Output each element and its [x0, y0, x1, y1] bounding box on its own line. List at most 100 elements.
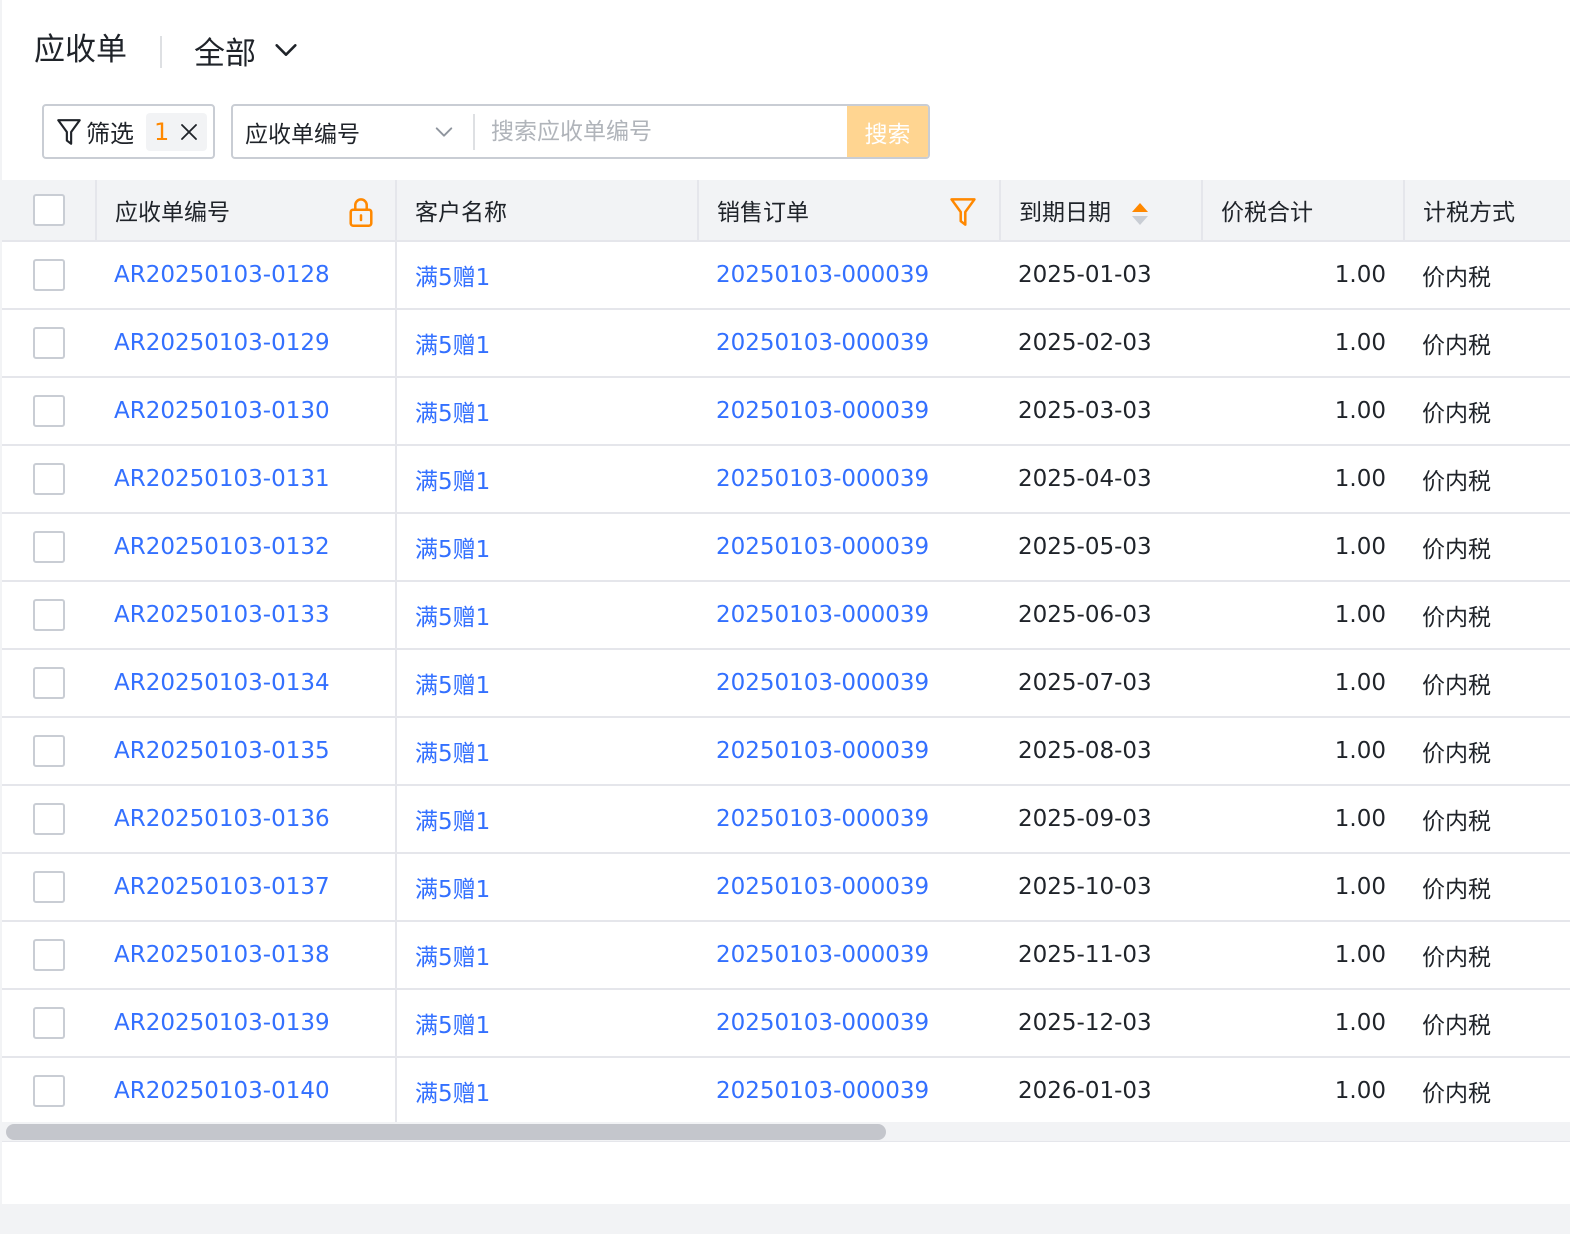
- sales-order-link[interactable]: 20250103-000039: [716, 670, 929, 696]
- ar-number-link[interactable]: AR20250103-0132: [114, 534, 330, 560]
- sales-order-link[interactable]: 20250103-000039: [716, 534, 929, 560]
- column-header-customer[interactable]: 客户名称: [396, 180, 699, 242]
- row-checkbox[interactable]: [33, 395, 65, 427]
- search-field-select[interactable]: 应收单编号: [233, 106, 473, 157]
- scrollbar-thumb[interactable]: [6, 1124, 886, 1140]
- table-row[interactable]: AR20250103-0128 满5赠1 20250103-000039 2025-0…: [2, 241, 1570, 309]
- select-all-checkbox[interactable]: [32, 194, 65, 226]
- customer-link[interactable]: 满5赠1: [415, 401, 490, 427]
- customer-link[interactable]: 满5赠1: [415, 1013, 490, 1039]
- horizontal-scrollbar[interactable]: [2, 1122, 1570, 1142]
- column-header-tax-method[interactable]: 计税方式: [1404, 180, 1570, 242]
- ar-number-link[interactable]: AR20250103-0133: [114, 602, 330, 628]
- row-select-cell: [2, 1057, 96, 1122]
- filter-count-badge: 1: [146, 112, 208, 151]
- sales-order-link[interactable]: 20250103-000039: [716, 398, 929, 424]
- customer-link[interactable]: 满5赠1: [415, 605, 490, 631]
- total-cell: 1.00: [1334, 466, 1386, 492]
- table-row[interactable]: AR20250103-0130 满5赠1 20250103-000039 2025-0…: [2, 377, 1570, 445]
- customer-link[interactable]: 满5赠1: [415, 673, 490, 699]
- row-checkbox[interactable]: [33, 599, 65, 631]
- column-header-due-date[interactable]: 到期日期: [1000, 180, 1203, 242]
- ar-number-link[interactable]: AR20250103-0135: [114, 738, 330, 764]
- lock-icon[interactable]: [347, 196, 375, 228]
- row-checkbox[interactable]: [33, 259, 65, 291]
- table-row[interactable]: AR20250103-0129 满5赠1 20250103-000039 2025-0…: [2, 309, 1570, 377]
- ar-number-link[interactable]: AR20250103-0128: [114, 262, 330, 288]
- ar-number-link[interactable]: AR20250103-0139: [114, 1010, 330, 1036]
- row-checkbox[interactable]: [33, 667, 65, 699]
- sales-order-link[interactable]: 20250103-000039: [716, 466, 929, 492]
- sales-order-link[interactable]: 20250103-000039: [716, 1078, 929, 1104]
- row-checkbox[interactable]: [33, 1075, 65, 1107]
- ar-number-link[interactable]: AR20250103-0129: [114, 330, 330, 356]
- sales-order-link[interactable]: 20250103-000039: [716, 806, 929, 832]
- ar-number-link[interactable]: AR20250103-0137: [114, 874, 330, 900]
- due-date-cell: 2025-04-03: [1018, 466, 1152, 492]
- table-row[interactable]: AR20250103-0132 满5赠1 20250103-000039 2025-0…: [2, 513, 1570, 581]
- ar-number-link[interactable]: AR20250103-0134: [114, 670, 330, 696]
- row-checkbox[interactable]: [33, 1007, 65, 1039]
- view-selector[interactable]: 全部: [194, 28, 300, 72]
- row-checkbox[interactable]: [33, 939, 65, 971]
- column-header-label: 计税方式: [1423, 200, 1515, 226]
- total-cell: 1.00: [1334, 1010, 1386, 1036]
- customer-link[interactable]: 满5赠1: [415, 945, 490, 971]
- table-row[interactable]: AR20250103-0131 满5赠1 20250103-000039 2025-0…: [2, 445, 1570, 513]
- sales-order-link[interactable]: 20250103-000039: [716, 330, 929, 356]
- row-checkbox[interactable]: [33, 871, 65, 903]
- row-select-cell: [2, 513, 96, 581]
- customer-link[interactable]: 满5赠1: [415, 809, 490, 835]
- total-cell: 1.00: [1334, 602, 1386, 628]
- column-header-sales-order[interactable]: 销售订单: [698, 180, 1001, 242]
- customer-link[interactable]: 满5赠1: [415, 1081, 490, 1107]
- table-row[interactable]: AR20250103-0140 满5赠1 20250103-000039 2026-0…: [2, 1057, 1570, 1122]
- filter-button[interactable]: 筛选 1: [42, 104, 215, 159]
- ar-number-link[interactable]: AR20250103-0140: [114, 1078, 330, 1104]
- ar-number-link[interactable]: AR20250103-0136: [114, 806, 330, 832]
- ar-number-link[interactable]: AR20250103-0138: [114, 942, 330, 968]
- sales-order-cell: 20250103-000039: [698, 649, 1000, 717]
- table-row[interactable]: AR20250103-0137 满5赠1 20250103-000039 2025-1…: [2, 853, 1570, 921]
- customer-link[interactable]: 满5赠1: [415, 333, 490, 359]
- row-checkbox[interactable]: [33, 735, 65, 767]
- tax-method-cell: 价内税: [1422, 401, 1491, 427]
- ar-number-cell: AR20250103-0138: [96, 921, 397, 989]
- sales-order-link[interactable]: 20250103-000039: [716, 262, 929, 288]
- table-row[interactable]: AR20250103-0134 满5赠1 20250103-000039 2025-0…: [2, 649, 1570, 717]
- table-row[interactable]: AR20250103-0135 满5赠1 20250103-000039 2025-0…: [2, 717, 1570, 785]
- ar-number-cell: AR20250103-0135: [96, 717, 397, 785]
- tax-method-cell: 价内税: [1422, 809, 1491, 835]
- customer-link[interactable]: 满5赠1: [415, 469, 490, 495]
- sales-order-link[interactable]: 20250103-000039: [716, 942, 929, 968]
- table-row[interactable]: AR20250103-0136 满5赠1 20250103-000039 2025-0…: [2, 785, 1570, 853]
- search-input[interactable]: [475, 106, 847, 157]
- column-header-total[interactable]: 价税合计: [1202, 180, 1405, 242]
- row-checkbox[interactable]: [33, 803, 65, 835]
- row-select-cell: [2, 853, 96, 921]
- funnel-icon[interactable]: [949, 196, 977, 228]
- sales-order-link[interactable]: 20250103-000039: [716, 602, 929, 628]
- due-date-cell: 2026-01-03: [1018, 1078, 1152, 1104]
- table-row[interactable]: AR20250103-0133 满5赠1 20250103-000039 2025-0…: [2, 581, 1570, 649]
- row-checkbox[interactable]: [33, 531, 65, 563]
- customer-link[interactable]: 满5赠1: [415, 877, 490, 903]
- ar-number-cell: AR20250103-0133: [96, 581, 397, 649]
- customer-link[interactable]: 满5赠1: [415, 537, 490, 563]
- customer-link[interactable]: 满5赠1: [415, 741, 490, 767]
- sales-order-link[interactable]: 20250103-000039: [716, 738, 929, 764]
- due-date-cell: 2025-06-03: [1018, 602, 1152, 628]
- search-button[interactable]: 搜索: [847, 106, 928, 157]
- row-checkbox[interactable]: [33, 463, 65, 495]
- sort-icon[interactable]: [1130, 201, 1150, 227]
- sales-order-link[interactable]: 20250103-000039: [716, 874, 929, 900]
- column-header-ar-number[interactable]: 应收单编号: [96, 180, 397, 242]
- customer-link[interactable]: 满5赠1: [415, 265, 490, 291]
- table-row[interactable]: AR20250103-0139 满5赠1 20250103-000039 2025-1…: [2, 989, 1570, 1057]
- sales-order-link[interactable]: 20250103-000039: [716, 1010, 929, 1036]
- ar-number-link[interactable]: AR20250103-0130: [114, 398, 330, 424]
- ar-number-link[interactable]: AR20250103-0131: [114, 466, 330, 492]
- close-icon[interactable]: [179, 122, 199, 142]
- row-checkbox[interactable]: [33, 327, 65, 359]
- table-row[interactable]: AR20250103-0138 满5赠1 20250103-000039 2025-1…: [2, 921, 1570, 989]
